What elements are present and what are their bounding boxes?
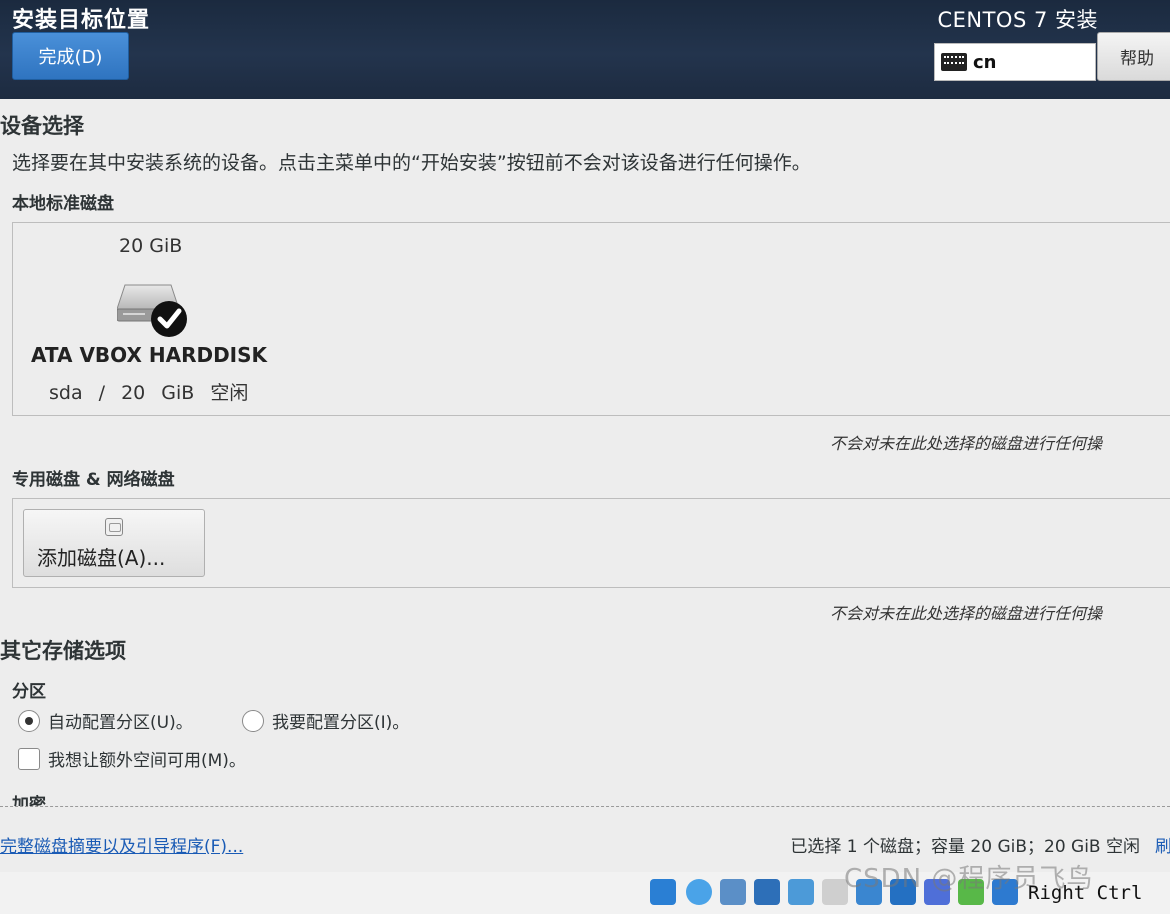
done-button[interactable]: 完成(D) xyxy=(12,32,129,80)
add-disk-button[interactable]: 添加磁盘(A)... xyxy=(23,509,205,577)
local-disks-panel: 20 GiB ATA VBOX HARDDISK sda / 20 GiB 空闲 xyxy=(12,222,1170,416)
product-title: CENTOS 7 安装 xyxy=(937,8,1098,32)
auto-partition-option[interactable]: 自动配置分区(U)。 xyxy=(18,708,193,733)
host-key-label: Right Ctrl xyxy=(1028,882,1143,904)
hard-disk-icon[interactable] xyxy=(650,879,676,905)
help-button[interactable]: 帮助 xyxy=(1097,32,1170,81)
encryption-heading: 加密 xyxy=(12,795,46,806)
disk-name: ATA VBOX HARDDISK xyxy=(31,343,268,367)
partition-heading: 分区 xyxy=(12,682,46,702)
extra-space-option[interactable]: 我想让额外空间可用(M)。 xyxy=(18,746,246,771)
local-disks-heading: 本地标准磁盘 xyxy=(12,194,114,214)
disk-summary-link[interactable]: 完整磁盘摘要以及引导程序(F)... xyxy=(0,832,243,857)
disk-info: sda / 20 GiB 空闲 xyxy=(49,382,249,404)
keyboard-icon xyxy=(941,53,967,71)
audio-icon[interactable] xyxy=(720,879,746,905)
page-title: 安装目标位置 xyxy=(12,8,151,33)
usb-icon[interactable] xyxy=(788,879,814,905)
keyboard-layout-indicator[interactable]: cn xyxy=(934,43,1096,81)
selection-status: 已选择 1 个磁盘；容量 20 GiB；20 GiB 空闲 xyxy=(790,837,1140,857)
keyboard-layout-label: cn xyxy=(973,51,997,73)
special-disks-panel: 添加磁盘(A)... xyxy=(12,498,1170,588)
special-disks-note: 不会对未在此处选择的磁盘进行任何操 xyxy=(830,604,1103,623)
disk-size: 20 GiB xyxy=(119,235,183,257)
network-icon[interactable] xyxy=(754,879,780,905)
add-disk-icon xyxy=(105,518,123,536)
extra-space-label: 我想让额外空间可用(M)。 xyxy=(48,751,246,771)
manual-partition-option[interactable]: 我要配置分区(I)。 xyxy=(242,708,409,733)
optical-disk-icon[interactable] xyxy=(686,879,712,905)
refresh-link[interactable]: 刷 xyxy=(1155,832,1170,857)
local-disks-note: 不会对未在此处选择的磁盘进行任何操 xyxy=(830,434,1103,453)
manual-partition-radio[interactable] xyxy=(242,709,264,732)
divider xyxy=(0,806,1170,807)
auto-partition-radio[interactable] xyxy=(18,709,40,732)
device-selection-heading: 设备选择 xyxy=(0,114,84,138)
other-storage-heading: 其它存储选项 xyxy=(0,639,126,663)
hard-disk-icon xyxy=(117,284,187,337)
header-bar: 安装目标位置 完成(D) CENTOS 7 安装 cn 帮助 xyxy=(0,0,1170,99)
manual-partition-label: 我要配置分区(I)。 xyxy=(272,713,410,733)
device-selection-description: 选择要在其中安装系统的设备。点击主菜单中的“开始安装”按钮前不会对该设备进行任何… xyxy=(12,152,811,174)
extra-space-checkbox[interactable] xyxy=(18,747,40,770)
add-disk-label: 添加磁盘(A)... xyxy=(37,546,166,570)
auto-partition-label: 自动配置分区(U)。 xyxy=(48,713,193,733)
disk-item-sda[interactable]: 20 GiB ATA VBOX HARDDISK sda / 20 GiB 空闲 xyxy=(13,223,293,415)
special-disks-heading: 专用磁盘 & 网络磁盘 xyxy=(12,470,175,490)
